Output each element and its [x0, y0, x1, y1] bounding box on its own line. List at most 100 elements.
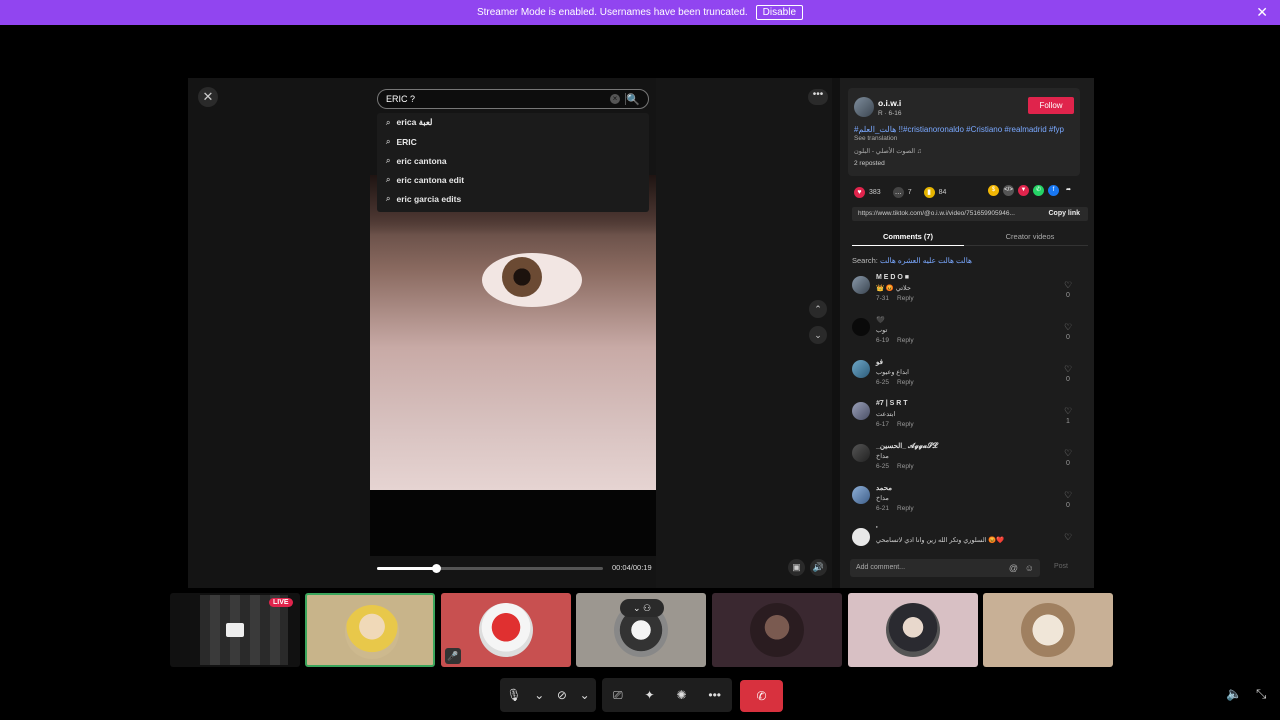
commenter-avatar[interactable]	[852, 318, 870, 336]
speaker-icon[interactable]: 🔈	[1226, 686, 1242, 702]
progress-handle[interactable]	[431, 564, 441, 573]
suggestion-text: eric cantona edit	[396, 174, 465, 185]
commenter-name[interactable]: #7 | S R T	[876, 400, 908, 407]
exit-fullscreen-icon[interactable]: ⤡	[1256, 686, 1266, 702]
suggestion-item[interactable]: ⌕ erica لعبة	[377, 113, 649, 132]
tab-creator-videos[interactable]: Creator videos	[972, 232, 1088, 241]
video-progress-bar[interactable]	[377, 564, 603, 573]
participant-tile[interactable]	[305, 593, 435, 667]
post-sound[interactable]: الصوت الأصلي - البلون ♫	[854, 147, 922, 155]
close-viewer-icon[interactable]: ✕	[198, 87, 218, 107]
heart-icon[interactable]: ♡	[1064, 364, 1072, 375]
heart-icon[interactable]: ♡	[1064, 322, 1072, 333]
microphone-icon[interactable]: 🎙	[506, 688, 521, 702]
like-icon[interactable]: ♥	[854, 186, 865, 198]
commenter-avatar[interactable]	[852, 486, 870, 504]
commenter-name[interactable]: محمد	[876, 484, 892, 492]
commenter-avatar[interactable]	[852, 276, 870, 294]
commenter-name[interactable]: '	[876, 526, 878, 533]
participant-tile[interactable]: ⌄ ⚇	[576, 593, 706, 667]
picture-in-picture-icon[interactable]: ▣	[788, 559, 805, 576]
reply-button[interactable]: Reply	[897, 295, 914, 302]
author-avatar[interactable]	[854, 97, 874, 117]
suggestion-item[interactable]: ⌕ ERIC	[377, 132, 649, 151]
whatsapp-icon[interactable]: ✆	[1033, 185, 1044, 196]
emoji-icon[interactable]: ☺	[1025, 559, 1034, 577]
volume-icon[interactable]: 🔊	[810, 559, 827, 576]
comment-search-query[interactable]: هالت هالت عليه العشره هالت	[880, 256, 972, 265]
post-link-text: https://www.tiktok.com/@o.i.w.i/video/75…	[858, 210, 1015, 217]
commenter-name[interactable]: _الحسين_ 𝓐𝓰𝓰𝓪𝓢𝓛	[876, 442, 938, 451]
next-video-icon[interactable]: ⌄	[809, 326, 827, 344]
search-input[interactable]: ERIC ? × 🔍	[377, 89, 649, 109]
share-screen-icon[interactable]: ⎚	[613, 688, 623, 703]
comment-item: 🖤 توب 6-19 Reply ♡ 0	[840, 316, 1094, 356]
commenter-avatar[interactable]	[852, 360, 870, 378]
disable-streamer-mode-button[interactable]: Disable	[755, 5, 804, 20]
microphone-options-chevron-icon[interactable]: ⌄	[534, 688, 544, 702]
reply-button[interactable]: Reply	[897, 379, 914, 386]
post-details-panel: o.i.w.i R · 6-16 Follow #هالت_العلم !!#c…	[840, 78, 1094, 588]
search-icon[interactable]: 🔍	[626, 91, 640, 109]
commenter-avatar[interactable]	[852, 444, 870, 462]
reply-button[interactable]: Reply	[897, 421, 914, 428]
clear-search-icon[interactable]: ×	[610, 94, 620, 104]
heart-icon[interactable]: ♡	[1064, 448, 1072, 459]
reply-button[interactable]: Reply	[897, 463, 914, 470]
camera-off-icon[interactable]: ⊘	[557, 688, 567, 702]
embed-icon[interactable]: </>	[1003, 185, 1014, 196]
mention-icon[interactable]: @	[1009, 559, 1018, 577]
heart-icon[interactable]: ♡	[1064, 406, 1072, 417]
add-comment-input[interactable]: Add comment... @ ☺	[850, 559, 1040, 577]
suggestion-item[interactable]: ⌕ eric cantona	[377, 151, 649, 170]
commenter-name[interactable]: فو	[876, 358, 883, 366]
video-frame[interactable]	[370, 175, 656, 490]
close-banner-icon[interactable]: ✕	[1256, 4, 1268, 21]
comment-search[interactable]: Search: هالت هالت عليه العشره هالت	[852, 256, 972, 265]
suggestion-item[interactable]: ⌕ eric cantona edit	[377, 170, 649, 189]
post-link-field[interactable]: https://www.tiktok.com/@o.i.w.i/video/75…	[852, 207, 1088, 221]
heart-icon[interactable]: ♡	[1064, 532, 1072, 543]
send-icon[interactable]: ▼	[1018, 185, 1029, 196]
participant-tile[interactable]	[712, 593, 842, 667]
share-arrow-icon[interactable]: ➦	[1063, 185, 1074, 196]
reply-button[interactable]: Reply	[897, 337, 914, 344]
tab-comments[interactable]: Comments (7)	[852, 232, 964, 246]
reply-button[interactable]: Reply	[897, 505, 914, 512]
see-translation-link[interactable]: See translation	[854, 135, 897, 142]
more-options-icon[interactable]: •••	[808, 89, 828, 105]
suggestion-item[interactable]: ⌕ eric garcia edits	[377, 189, 649, 208]
activities-icon[interactable]: ✦	[644, 688, 654, 702]
bookmark-icon[interactable]: ▮	[923, 186, 935, 198]
soundboard-icon[interactable]: ✺	[676, 688, 686, 702]
post-stats: ♥ 383 … 7 ▮ 84	[854, 185, 958, 199]
author-username[interactable]: o.i.w.i	[878, 98, 901, 108]
commenter-avatar[interactable]	[852, 528, 870, 546]
commenter-name[interactable]: 🖤	[876, 316, 885, 324]
comment-text: 👑 😡 حلاتي	[876, 285, 911, 292]
participant-options-icon[interactable]: ⌄ ⚇	[620, 599, 664, 617]
commenter-avatar[interactable]	[852, 402, 870, 420]
screen-share-stage: ✕ ERIC ? × 🔍 ⌕ erica لعبة ⌕ ERIC ⌕ eric can…	[188, 78, 1094, 588]
comment-text: مداخ	[876, 495, 889, 502]
comment-text: ابداع وعيوب	[876, 369, 909, 376]
post-description[interactable]: #هالت_العلم !!#cristianoronaldo #Cristia…	[854, 125, 1064, 134]
coin-icon[interactable]: $	[988, 185, 999, 196]
participant-tile[interactable]	[983, 593, 1113, 667]
camera-options-chevron-icon[interactable]: ⌄	[580, 688, 590, 702]
comment-icon[interactable]: …	[892, 186, 904, 198]
comment-text: توب	[876, 327, 888, 334]
copy-link-button[interactable]: Copy link	[1048, 207, 1080, 221]
commenter-name[interactable]: M E D O ■	[876, 274, 909, 281]
participant-tile[interactable]: 🎤	[441, 593, 571, 667]
heart-icon[interactable]: ♡	[1064, 280, 1072, 291]
facebook-icon[interactable]: f	[1048, 185, 1059, 196]
follow-button[interactable]: Follow	[1028, 97, 1074, 114]
leave-call-button[interactable]: ✆	[740, 680, 783, 712]
comment-date: 6-19	[876, 337, 890, 344]
previous-video-icon[interactable]: ⌃	[809, 300, 827, 318]
heart-icon[interactable]: ♡	[1064, 490, 1072, 501]
participant-tile[interactable]	[848, 593, 978, 667]
more-call-options-icon[interactable]: •••	[708, 688, 721, 702]
post-comment-button[interactable]: Post	[1054, 563, 1068, 570]
